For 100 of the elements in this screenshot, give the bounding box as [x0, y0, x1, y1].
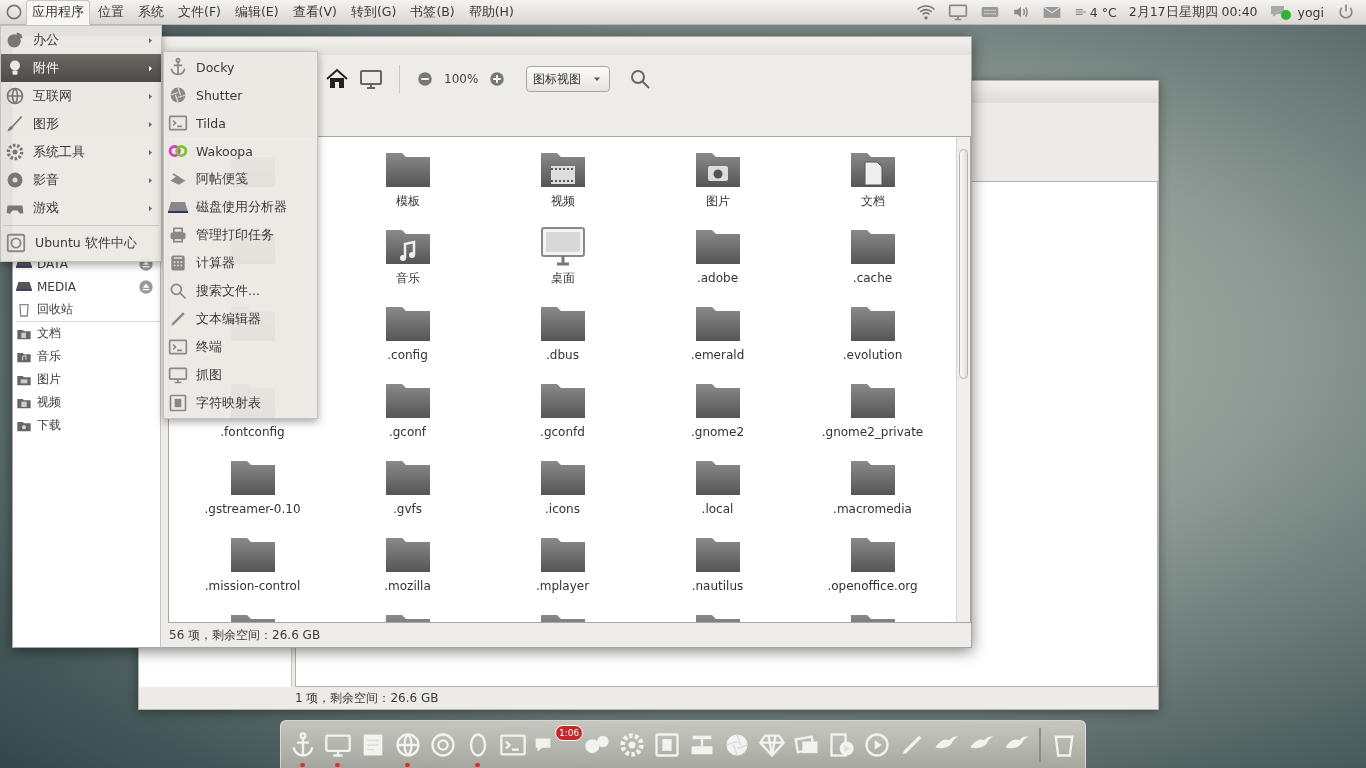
chat-status-icon[interactable] [1269, 3, 1292, 21]
scrollbar-thumb[interactable] [959, 149, 968, 379]
file-name[interactable]: 桌面 [550, 271, 575, 286]
scrollbar[interactable] [956, 137, 970, 622]
sidebar-item[interactable]: 回收站 [37, 301, 73, 318]
wifi-icon[interactable] [915, 2, 936, 22]
file-name[interactable]: .mozilla [384, 579, 431, 594]
file-name[interactable]: .cache [852, 271, 893, 286]
menu-item[interactable]: 附件 [1, 54, 161, 82]
zoom-out-icon[interactable] [416, 70, 434, 88]
temperature[interactable]: 4 °C [1089, 4, 1117, 20]
pie-chart-icon [5, 30, 25, 50]
timer-badge: 1:06 [555, 724, 584, 741]
panel-menu[interactable]: 系统 [132, 0, 170, 25]
menu-item[interactable]: 文本编辑器 [164, 305, 317, 333]
monitor-icon[interactable] [359, 67, 383, 91]
globe-icon[interactable] [393, 730, 422, 759]
disc-icon [5, 170, 25, 190]
panel-menu[interactable]: 编辑(E) [228, 0, 285, 25]
file-name[interactable]: .gnome2 [690, 425, 745, 440]
menu-item[interactable]: 游戏 [1, 194, 161, 222]
sidebar-item[interactable]: 文档 [37, 325, 61, 342]
panel-menu[interactable]: 帮助(H) [462, 0, 520, 25]
user-name[interactable]: yogi [1297, 4, 1324, 20]
globe-icon [5, 86, 25, 106]
file-name[interactable]: .mission-control [204, 579, 301, 594]
house-icon[interactable] [325, 67, 349, 91]
file-name[interactable]: 文档 [860, 194, 885, 209]
menu-item[interactable]: Tilda [164, 109, 317, 137]
menu-item[interactable]: 办公 [1, 26, 161, 54]
ring-icon[interactable] [428, 730, 457, 759]
file-name[interactable]: .gconfd [540, 425, 585, 440]
menu-item[interactable]: 抓图 [164, 361, 317, 389]
printer-icon [168, 225, 188, 245]
file-name[interactable]: .gvfs [393, 502, 422, 517]
file-name[interactable]: .macromedia [833, 502, 912, 517]
menu-item[interactable]: 搜索文件... [164, 277, 317, 305]
file-name[interactable]: .local [701, 502, 734, 517]
sidebar-item[interactable]: 音乐 [37, 348, 61, 365]
sidebar-item[interactable]: 图片 [37, 371, 61, 388]
sidebar-item[interactable]: MEDIA [37, 279, 76, 294]
package-icon [5, 232, 27, 254]
menu-item[interactable]: 图形 [1, 110, 161, 138]
gear-icon[interactable] [617, 730, 646, 759]
file-name[interactable]: .icons [545, 502, 580, 517]
file-name[interactable]: 音乐 [395, 271, 420, 286]
panel-menu[interactable]: 转到(G) [344, 0, 403, 25]
framed-picture-icon[interactable] [652, 730, 681, 759]
file-name[interactable]: .evolution [842, 348, 903, 363]
sidebar-item[interactable]: 视频 [37, 394, 61, 411]
file-name[interactable]: .gstreamer-0.10 [204, 502, 301, 517]
panel-menu[interactable]: 文件(F) [172, 0, 227, 25]
panel-menu[interactable]: 位置 [92, 0, 130, 25]
file-name[interactable]: .mplayer [535, 579, 590, 594]
framed-picture-icon [168, 393, 188, 413]
terminal-icon [168, 337, 188, 357]
file-name[interactable]: 视频 [550, 194, 575, 209]
file-name[interactable]: .dbus [546, 348, 579, 363]
play-button-icon[interactable] [862, 730, 891, 759]
menu-item[interactable]: 影音 [1, 166, 161, 194]
panel-menu[interactable]: 查看(V) [286, 0, 343, 25]
submenu-arrow-icon [146, 203, 155, 213]
menu-item[interactable]: 磁盘使用分析器 [164, 193, 317, 221]
file-name[interactable]: .fontconfig [220, 425, 285, 440]
file-name[interactable]: .adobe [696, 271, 739, 286]
clock[interactable]: 2月17日星期四 00:40 [1128, 3, 1258, 21]
eject-icon[interactable] [138, 278, 154, 295]
submenu-arrow-icon [146, 175, 155, 185]
menu-item[interactable]: 终端 [164, 333, 317, 361]
disk-drive-icon [16, 282, 32, 291]
file-name[interactable]: .nautilus [691, 579, 744, 594]
menu-item[interactable]: Wakoopa [164, 137, 317, 165]
file-name[interactable]: .config [387, 348, 428, 363]
film-icon[interactable] [827, 730, 856, 759]
view-mode-dropdown[interactable]: 图标视图 [526, 66, 611, 92]
menu-item[interactable]: 系统工具 [1, 138, 161, 166]
terminal-icon [168, 113, 188, 133]
menu-item[interactable]: Docky [164, 53, 317, 81]
menu-item[interactable]: 计算器 [164, 249, 317, 277]
zoom-in-icon[interactable] [488, 70, 507, 88]
menu-item[interactable]: 字符映射表 [164, 389, 317, 417]
menu-item[interactable]: Shutter [164, 81, 317, 109]
menu-item[interactable]: 阿帖便笺 [164, 165, 317, 193]
file-name[interactable]: .gconf [388, 425, 427, 440]
file-name[interactable]: .openoffice.org [827, 579, 918, 594]
brush-icon [5, 114, 25, 134]
disk-drive-icon [168, 201, 188, 213]
file-name[interactable]: .gnome2_private [821, 425, 924, 440]
sidebar-item[interactable]: 下载 [37, 417, 61, 434]
panel-menu[interactable]: 应用程序 [26, 0, 90, 25]
file-name[interactable]: 模板 [395, 194, 420, 209]
status-text: 1 项，剩余空间：26.6 GB [295, 689, 439, 707]
file-name[interactable]: 图片 [705, 194, 730, 209]
status-text: 56 项，剩余空间：26.6 GB [169, 626, 321, 644]
panel-menu[interactable]: 书签(B) [404, 0, 461, 25]
menu-item[interactable]: 管理打印任务 [164, 221, 317, 249]
monitor-icon[interactable] [947, 2, 968, 22]
menu-item[interactable]: Ubuntu 软件中心 [1, 229, 161, 257]
file-name[interactable]: .emerald [690, 348, 745, 363]
menu-item[interactable]: 互联网 [1, 82, 161, 110]
